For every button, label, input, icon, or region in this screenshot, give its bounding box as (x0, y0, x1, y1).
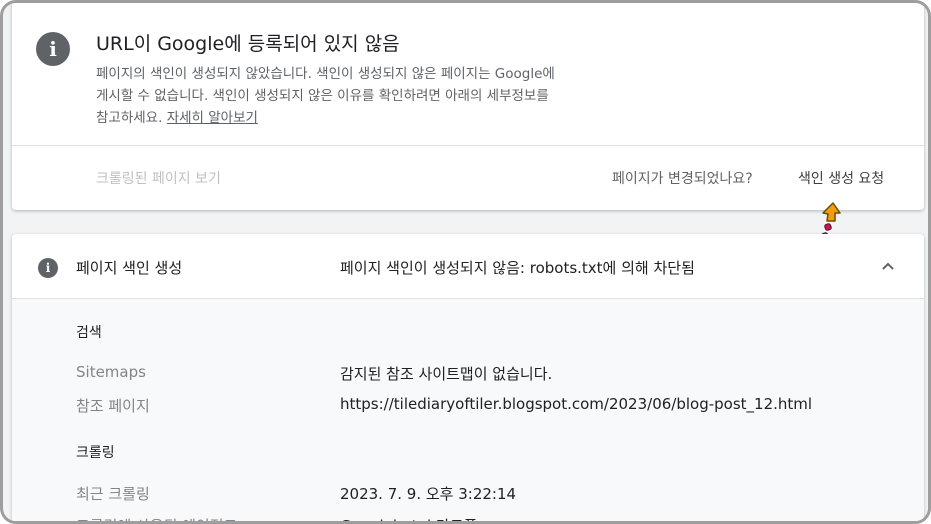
crawler-agent-value: Googlebot 스마트폰 (340, 515, 477, 521)
view-crawled-page-button[interactable]: 크롤링된 페이지 보기 (96, 168, 221, 188)
indexing-section-label: 페이지 색인 생성 (76, 259, 183, 277)
discovery-group-title: 검색 (76, 325, 102, 341)
status-card: i URL이 Google에 등록되어 있지 않음 페이지의 색인이 생성되지 … (12, 3, 924, 210)
last-crawl-label: 최근 크롤링 (76, 485, 150, 503)
description-line-2: 게시할 수 없습니다. 색인이 생성되지 않은 이유를 확인하려면 아래의 세부… (96, 88, 549, 104)
indexing-section-header[interactable]: i 페이지 색인 생성 페이지 색인이 생성되지 않음: robots.txt에… (12, 234, 924, 299)
chevron-up-icon[interactable] (878, 256, 898, 276)
sitemaps-value: 감지된 참조 사이트맵이 없습니다. (340, 365, 553, 383)
description-line-3: 참고하세요. (96, 110, 163, 126)
crawl-group-title: 크롤링 (76, 445, 115, 461)
page-changed-question: 페이지가 변경되었나요? (612, 171, 753, 187)
referring-page-label: 참조 페이지 (76, 397, 150, 415)
learn-more-link[interactable]: 자세히 알아보기 (167, 110, 258, 126)
sitemaps-label: Sitemaps (76, 363, 146, 381)
window-frame: i URL이 Google에 등록되어 있지 않음 페이지의 색인이 생성되지 … (0, 0, 931, 524)
status-description: 페이지의 색인이 생성되지 않았습니다. 색인이 생성되지 않은 페이지는 Go… (96, 63, 676, 129)
referring-page-value[interactable]: https://tilediaryoftiler.blogspot.com/20… (340, 395, 812, 413)
description-line-1: 페이지의 색인이 생성되지 않았습니다. 색인이 생성되지 않은 페이지는 Go… (96, 66, 555, 82)
divider (12, 145, 924, 146)
indexing-details-card: i 페이지 색인 생성 페이지 색인이 생성되지 않음: robots.txt에… (12, 234, 924, 521)
last-crawl-value: 2023. 7. 9. 오후 3:22:14 (340, 485, 517, 503)
indexing-details: 검색 Sitemaps 감지된 참조 사이트맵이 없습니다. 참조 페이지 ht… (12, 299, 924, 521)
indexing-status-text: 페이지 색인이 생성되지 않음: robots.txt에 의해 차단됨 (340, 259, 695, 277)
request-indexing-button[interactable]: 색인 생성 요청 (798, 168, 884, 188)
crawler-agent-label: 크롤링에 사용된 에이전트 (76, 515, 237, 521)
info-icon: i (38, 258, 58, 278)
info-icon: i (36, 32, 70, 66)
page-title: URL이 Google에 등록되어 있지 않음 (96, 33, 400, 55)
